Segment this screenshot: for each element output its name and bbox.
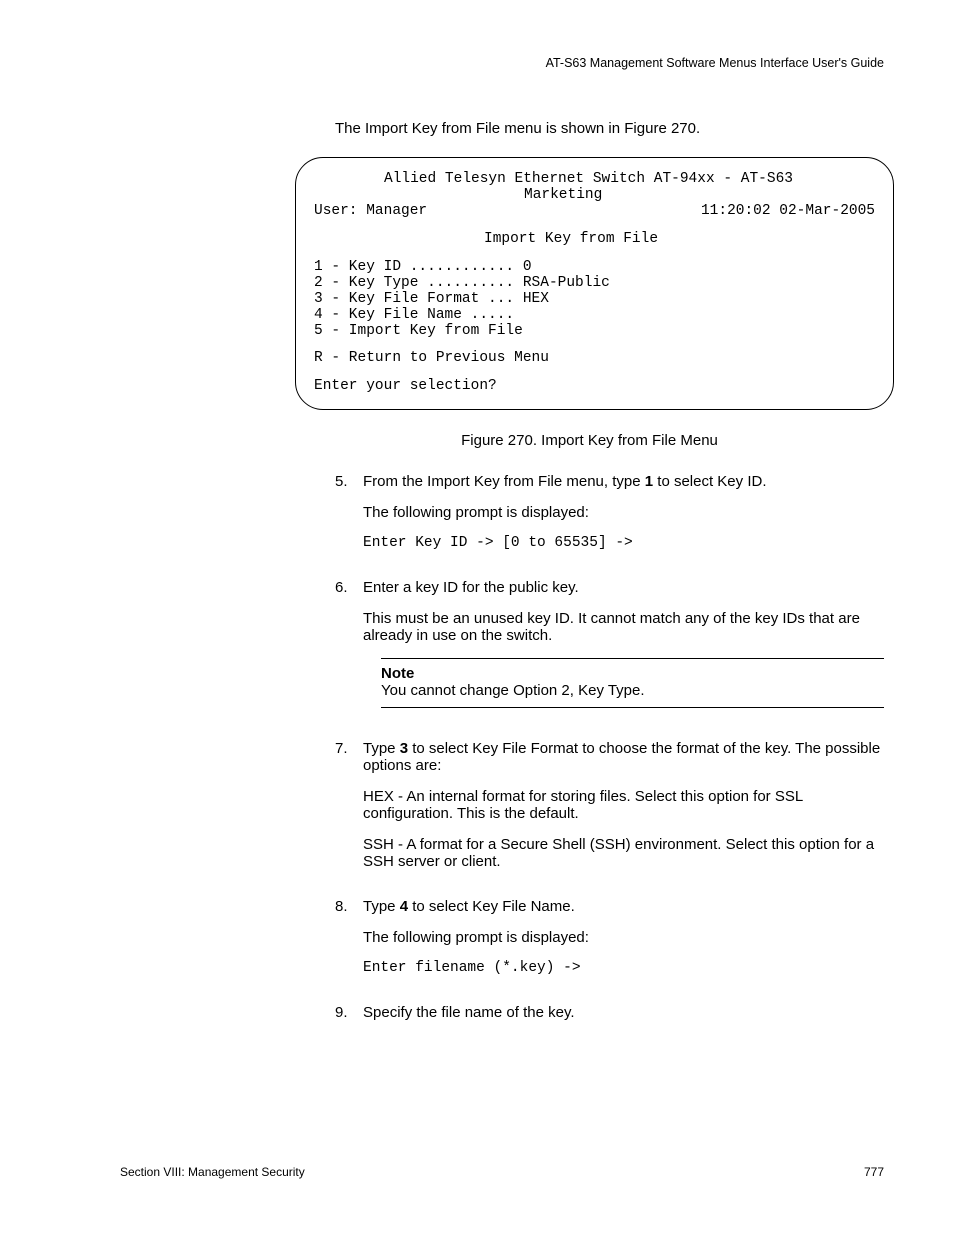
step8-post: to select Key File Name. <box>408 898 575 915</box>
step-7: 7. Type 3 to select Key File Format to c… <box>335 740 884 884</box>
term-option-1: 1 - Key ID ............ 0 <box>314 260 875 276</box>
term-option-4: 4 - Key File Name ..... <box>314 308 875 324</box>
page: AT-S63 Management Software Menus Interfa… <box>0 0 954 1235</box>
step-8: 8. Type 4 to select Key File Name. The f… <box>335 898 884 990</box>
terminal-screen: Allied Telesyn Ethernet Switch AT-94xx -… <box>295 157 894 410</box>
step7-p3: SSH - A format for a Secure Shell (SSH) … <box>363 836 884 870</box>
step-number: 5. <box>335 473 363 565</box>
term-menu-title: Import Key from File <box>314 232 875 248</box>
step6-p1: Enter a key ID for the public key. <box>363 579 884 596</box>
figure-caption: Figure 270. Import Key from File Menu <box>295 432 884 449</box>
note-title: Note <box>381 665 884 682</box>
term-datetime: 11:20:02 02-Mar-2005 <box>701 204 875 220</box>
term-option-3: 3 - Key File Format ... HEX <box>314 292 875 308</box>
step-6: 6. Enter a key ID for the public key. Th… <box>335 579 884 726</box>
step6-p2: This must be an unused key ID. It cannot… <box>363 610 884 644</box>
step-number: 8. <box>335 898 363 990</box>
term-option-2: 2 - Key Type .......... RSA-Public <box>314 276 875 292</box>
step7-pre: Type <box>363 740 400 757</box>
step7-p2: HEX - An internal format for storing fil… <box>363 788 884 822</box>
footer-section: Section VIII: Management Security <box>120 1165 305 1179</box>
intro-text: The Import Key from File menu is shown i… <box>335 120 884 137</box>
step5-post: to select Key ID. <box>653 473 766 490</box>
step-number: 9. <box>335 1004 363 1035</box>
step7-post: to select Key File Format to choose the … <box>363 740 880 774</box>
content-block: The Import Key from File menu is shown i… <box>335 120 884 1035</box>
step9-p1: Specify the file name of the key. <box>363 1004 884 1021</box>
step5-bold: 1 <box>645 473 653 490</box>
step-number: 7. <box>335 740 363 884</box>
step-5: 5. From the Import Key from File menu, t… <box>335 473 884 565</box>
step5-code: Enter Key ID -> [0 to 65535] -> <box>363 535 884 551</box>
step-9: 9. Specify the file name of the key. <box>335 1004 884 1035</box>
step7-bold: 3 <box>400 740 408 757</box>
step5-pre: From the Import Key from File menu, type <box>363 473 645 490</box>
term-option-5: 5 - Import Key from File <box>314 324 875 340</box>
page-footer: Section VIII: Management Security 777 <box>120 1165 884 1179</box>
term-user: User: Manager <box>314 204 427 220</box>
step8-code: Enter filename (*.key) -> <box>363 960 884 976</box>
term-title-line1: Allied Telesyn Ethernet Switch AT-94xx -… <box>314 172 875 188</box>
step8-p2: The following prompt is displayed: <box>363 929 884 946</box>
term-return: R - Return to Previous Menu <box>314 351 875 367</box>
footer-page-number: 777 <box>864 1165 884 1179</box>
note-box: Note You cannot change Option 2, Key Typ… <box>381 658 884 708</box>
note-body: You cannot change Option 2, Key Type. <box>381 682 884 699</box>
step8-pre: Type <box>363 898 400 915</box>
step5-p2: The following prompt is displayed: <box>363 504 884 521</box>
term-prompt: Enter your selection? <box>314 379 875 395</box>
term-title-line2: Marketing <box>314 188 875 204</box>
step-number: 6. <box>335 579 363 726</box>
page-header: AT-S63 Management Software Menus Interfa… <box>120 56 884 70</box>
step8-bold: 4 <box>400 898 408 915</box>
